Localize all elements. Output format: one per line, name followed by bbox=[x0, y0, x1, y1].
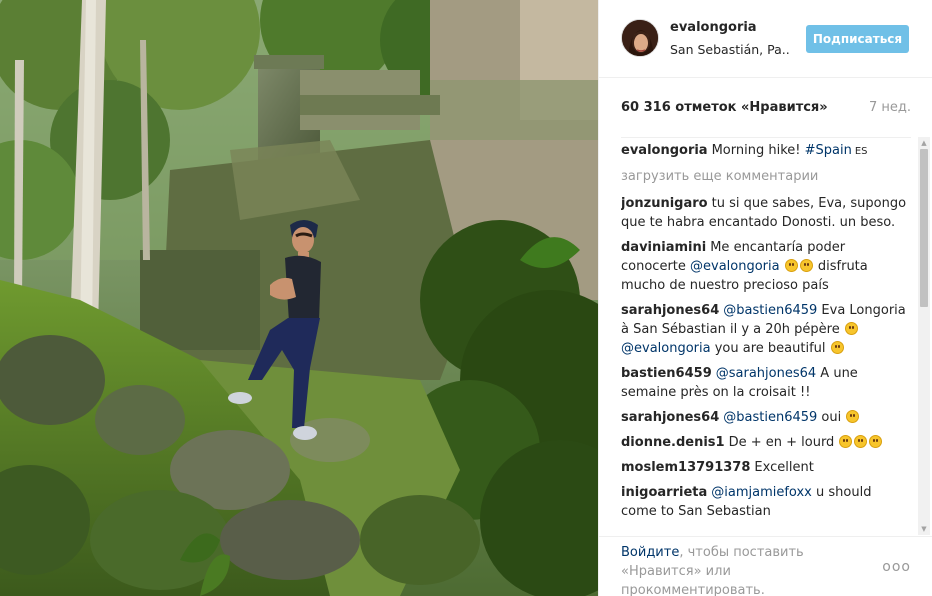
likes-count[interactable]: 60 316 отметок «Нравится» bbox=[621, 100, 828, 115]
comment-username[interactable]: bastien6459 bbox=[621, 366, 712, 381]
list-item: sarahjones64 @bastien6459 oui bbox=[621, 408, 911, 427]
caption-text: Morning hike! bbox=[711, 143, 805, 158]
load-more-comments-link[interactable]: загрузить еще комментарии bbox=[621, 167, 911, 186]
comment-text: you are beautiful bbox=[710, 341, 830, 356]
comments-scrollbar[interactable]: ▲ ▼ bbox=[918, 137, 930, 535]
comment-mention[interactable]: @bastien6459 bbox=[723, 410, 817, 425]
comment-username[interactable]: inigoarrieta bbox=[621, 485, 707, 500]
caption-username[interactable]: evalongoria bbox=[621, 143, 708, 158]
laughing-emoji-icon bbox=[839, 435, 853, 448]
login-prompt: Войдите, чтобы поставить «Нравится» или … bbox=[599, 536, 932, 596]
post-author-username[interactable]: evalongoria bbox=[670, 20, 757, 35]
comment-text: Excellent bbox=[754, 460, 814, 475]
comment-username[interactable]: sarahjones64 bbox=[621, 410, 719, 425]
heart-eyes-emoji-icon bbox=[799, 259, 813, 272]
scroll-up-arrow-icon[interactable]: ▲ bbox=[918, 137, 930, 149]
comment-text: oui bbox=[817, 410, 846, 425]
scrollbar-thumb[interactable] bbox=[920, 149, 928, 307]
comment-username[interactable]: dionne.denis1 bbox=[621, 435, 725, 450]
heart-eyes-emoji-icon bbox=[830, 341, 844, 354]
list-item: inigoarrieta @iamjamiefoxx u should come … bbox=[621, 483, 911, 521]
comment-username[interactable]: daviniamini bbox=[621, 240, 706, 255]
caption-hashtag[interactable]: #Spain bbox=[805, 143, 852, 158]
comments-list[interactable]: evalongoria Morning hike! #Spain ES загруз… bbox=[621, 137, 911, 535]
smile-emoji-icon bbox=[844, 322, 858, 335]
comment-username[interactable]: moslem13791378 bbox=[621, 460, 750, 475]
list-item: bastien6459 @sarahjones64 A une semaine p… bbox=[621, 364, 911, 402]
avatar[interactable] bbox=[621, 19, 659, 57]
list-item: dionne.denis1 De + en + lourd bbox=[621, 433, 911, 452]
laughing-emoji-icon bbox=[854, 435, 868, 448]
post-age[interactable]: 7 нед. bbox=[869, 100, 911, 115]
laughing-emoji-icon bbox=[869, 435, 883, 448]
heart-eyes-emoji-icon bbox=[784, 259, 798, 272]
post-location[interactable]: San Sebastián, Pa... bbox=[670, 42, 790, 57]
comment-mention[interactable]: @evalongoria bbox=[690, 259, 780, 274]
comment-mention[interactable]: @sarahjones64 bbox=[716, 366, 816, 381]
post-header: evalongoria San Sebastián, Pa... Подписа… bbox=[599, 0, 932, 78]
comment-mention[interactable]: @evalongoria bbox=[621, 341, 711, 356]
comment-text: De + en + lourd bbox=[728, 435, 839, 450]
list-item: moslem13791378 Excellent bbox=[621, 458, 911, 477]
login-prompt-text: Войдите, чтобы поставить «Нравится» или … bbox=[621, 543, 831, 596]
flag-es-icon: ES bbox=[854, 146, 868, 157]
more-options-icon[interactable]: ooo bbox=[882, 559, 911, 575]
sad-emoji-icon bbox=[846, 410, 860, 423]
list-item: jonzunigaro tu si que sabes, Eva, supongo… bbox=[621, 194, 911, 232]
follow-button[interactable]: Подписаться bbox=[806, 25, 909, 53]
avatar-image bbox=[622, 20, 658, 56]
caption: evalongoria Morning hike! #Spain ES bbox=[621, 141, 911, 161]
list-item: daviniamini Me encantaría poder conocerte… bbox=[621, 238, 911, 295]
post-photo[interactable] bbox=[0, 0, 598, 596]
comment-mention[interactable]: @bastien6459 bbox=[723, 303, 817, 318]
comment-username[interactable]: sarahjones64 bbox=[621, 303, 719, 318]
post-sidebar: evalongoria San Sebastián, Pa... Подписа… bbox=[598, 0, 932, 596]
list-item: sarahjones64 @bastien6459 Eva Longoria à … bbox=[621, 301, 911, 358]
comment-mention[interactable]: @iamjamiefoxx bbox=[711, 485, 812, 500]
likes-row: 60 316 отметок «Нравится» 7 нед. bbox=[621, 100, 911, 120]
comment-username[interactable]: jonzunigaro bbox=[621, 196, 708, 211]
scroll-down-arrow-icon[interactable]: ▼ bbox=[918, 523, 930, 535]
post-photo-image bbox=[0, 0, 598, 596]
login-link[interactable]: Войдите bbox=[621, 545, 679, 560]
